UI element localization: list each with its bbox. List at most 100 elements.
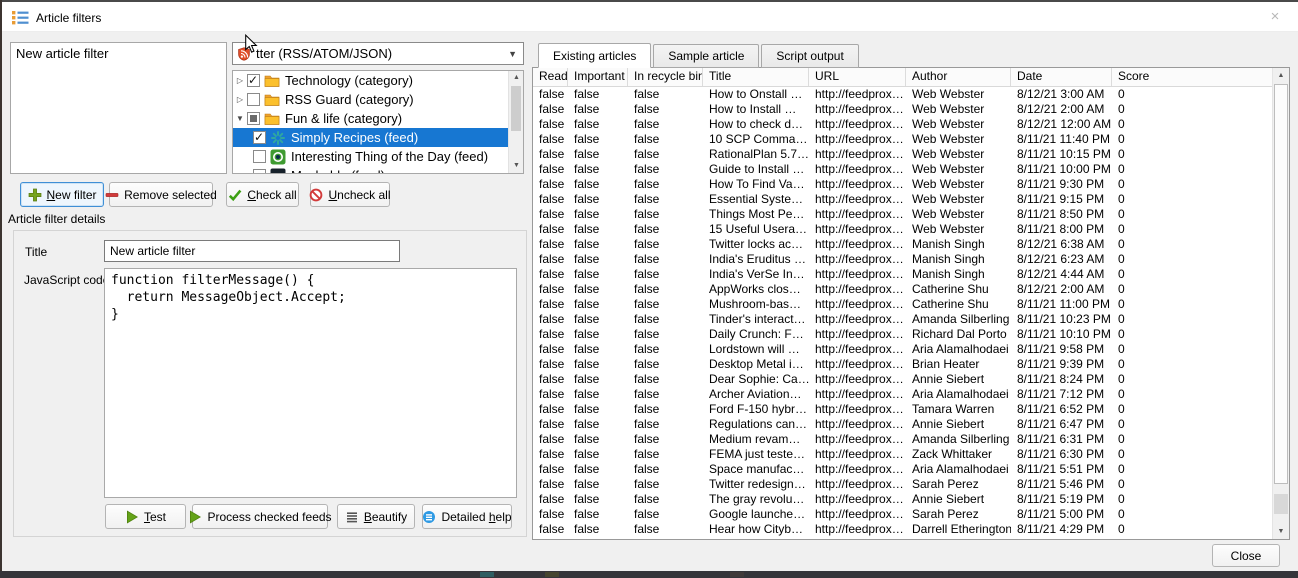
js-code-editor[interactable]: function filterMessage() { return Messag… [104,268,517,498]
cell-date: 8/11/21 6:30 PM [1011,447,1112,462]
existing-articles-table[interactable]: ReadImportantIn recycle binTitleURLAutho… [532,67,1290,540]
tree-checkbox-checked[interactable] [253,131,266,144]
window-close-icon[interactable]: × [1264,6,1286,28]
article-row[interactable]: falsefalsefalseAppWorks clos…http://feed… [533,282,1272,297]
article-row[interactable]: falsefalsefalseIndia's VerSe In…http://f… [533,267,1272,282]
cell-url: http://feedprox… [809,312,906,327]
tree-row-rss-guard-category[interactable]: ▷ RSS Guard (category) [233,90,508,109]
cell-important: false [568,477,628,492]
filter-list-item[interactable]: New article filter [11,43,226,63]
table-scroll-thumb[interactable] [1274,84,1288,484]
check-all-button[interactable]: Check all [226,182,299,207]
article-row[interactable]: falsefalsefalseGuide to Install …http://… [533,162,1272,177]
article-row[interactable]: falsefalsefalseMedium revam…http://feedp… [533,432,1272,447]
article-row[interactable]: falsefalsefalseFEMA just teste…http://fe… [533,447,1272,462]
article-row[interactable]: falsefalsefalseThings Most Pe…http://fee… [533,207,1272,222]
feed-tree[interactable]: ▷Technology (category)▷RSS Guard (catego… [232,70,524,174]
test-button[interactable]: Test [105,504,186,529]
article-row[interactable]: falsefalsefalseTinder's interact…http://… [533,312,1272,327]
cell-recycle: false [628,372,703,387]
tree-row-simply-recipes-feed[interactable]: Simply Recipes (feed) [233,128,508,147]
tree-item-label: RSS Guard (category) [285,92,414,107]
article-row[interactable]: falsefalsefalseHow to Onstall …http://fe… [533,87,1272,102]
cell-date: 8/11/21 9:58 PM [1011,342,1112,357]
tree-row-fun-life-category[interactable]: ▼Fun & life (category) [233,109,508,128]
article-row[interactable]: falsefalsefalseArcher Aviation…http://fe… [533,387,1272,402]
beautify-button[interactable]: Beautify [337,504,415,529]
expand-arrow-icon[interactable]: ▷ [233,95,247,104]
article-row[interactable]: falsefalsefalseDesktop Metal i…http://fe… [533,357,1272,372]
account-dropdown[interactable]: tter (RSS/ATOM/JSON) ▼ [232,42,524,65]
new-filter-button[interactable]: New filter [20,182,104,207]
scroll-up-icon[interactable]: ▲ [509,71,524,85]
cell-title: India's Eruditus … [703,252,809,267]
cell-recycle: false [628,357,703,372]
column-header-score[interactable]: Score [1112,68,1289,86]
article-row[interactable]: falsefalsefalseRationalPlan 5.7…http://f… [533,147,1272,162]
uncheck-all-button[interactable]: Uncheck all [310,182,390,207]
scroll-up-icon[interactable]: ▲ [1273,68,1289,83]
table-scrollbar[interactable]: ▲ ▼ [1272,68,1289,539]
tree-row-technology-category[interactable]: ▷Technology (category) [233,71,508,90]
column-header-important[interactable]: Important [568,68,628,86]
scroll-down-icon[interactable]: ▼ [509,159,524,173]
detailed-help-button[interactable]: Detailed help [422,504,512,529]
article-row[interactable]: falsefalsefalseHow to Install …http://fe… [533,102,1272,117]
collapse-arrow-icon[interactable]: ▼ [233,114,247,123]
cell-recycle: false [628,222,703,237]
tree-row-interesting-thing-of-the-day-feed[interactable]: Interesting Thing of the Day (feed) [233,147,508,166]
scroll-down-icon[interactable]: ▼ [1273,524,1289,539]
article-row[interactable]: falsefalsefalseSpace manufac…http://feed… [533,462,1272,477]
cell-read: false [533,237,568,252]
article-row[interactable]: falsefalsefalseHear how Cityb…http://fee… [533,522,1272,537]
article-row[interactable]: falsefalsefalseThe gray revolu…http://fe… [533,492,1272,507]
cell-date: 8/11/21 10:00 PM [1011,162,1112,177]
article-row[interactable]: falsefalsefalseEssential Syste…http://fe… [533,192,1272,207]
column-header-author[interactable]: Author [906,68,1011,86]
column-header-in-recycle-bin[interactable]: In recycle bin [628,68,703,86]
article-row[interactable]: falsefalsefalseMushroom-bas…http://feedp… [533,297,1272,312]
tree-checkbox-unchecked[interactable] [247,93,260,106]
column-header-title[interactable]: Title [703,68,809,86]
article-row[interactable]: falsefalsefalseIndia's Eruditus …http://… [533,252,1272,267]
close-button[interactable]: Close [1212,544,1280,567]
article-row[interactable]: falsefalsefalseHow To Find Va…http://fee… [533,177,1272,192]
article-row[interactable]: falsefalsefalseFord F-150 hybr…http://fe… [533,402,1272,417]
cell-author: Aria Alamalhodaei [906,387,1011,402]
cell-date: 8/12/21 6:23 AM [1011,252,1112,267]
remove-selected-button[interactable]: Remove selected [109,182,213,207]
tab-sample-article[interactable]: Sample article [653,44,759,68]
tab-existing-articles[interactable]: Existing articles [538,43,651,68]
article-row[interactable]: falsefalsefalse10 SCP Comma…http://feedp… [533,132,1272,147]
column-header-date[interactable]: Date [1011,68,1112,86]
tree-checkbox-unchecked[interactable] [253,169,266,174]
tree-checkbox-partial[interactable] [247,112,260,125]
cell-title: Twitter redesign… [703,477,809,492]
mashable-icon: M [270,168,286,175]
column-header-url[interactable]: URL [809,68,906,86]
article-row[interactable]: falsefalsefalseGoogle launche…http://fee… [533,507,1272,522]
article-row[interactable]: falsefalsefalseRegulations can…http://fe… [533,417,1272,432]
tree-checkbox-unchecked[interactable] [253,150,266,163]
tree-row-mashable-feed[interactable]: MMashable (feed) [233,166,508,174]
cell-date: 8/11/21 9:15 PM [1011,192,1112,207]
column-header-read[interactable]: Read [533,68,568,86]
article-row[interactable]: falsefalsefalse15 Useful Usera…http://fe… [533,222,1272,237]
tree-scrollbar[interactable]: ▲ ▼ [508,71,523,173]
article-row[interactable]: falsefalsefalseDaily Crunch: F…http://fe… [533,327,1272,342]
cell-date: 8/11/21 6:52 PM [1011,402,1112,417]
tab-script-output[interactable]: Script output [761,44,858,68]
article-row[interactable]: falsefalsefalseDear Sophie: Ca…http://fe… [533,372,1272,387]
article-row[interactable]: falsefalsefalseTwitter redesign…http://f… [533,477,1272,492]
cell-author: Web Webster [906,162,1011,177]
cell-score: 0 [1112,522,1272,537]
article-filter-list[interactable]: New article filter [10,42,227,174]
tree-checkbox-checked[interactable] [247,74,260,87]
tree-scroll-thumb[interactable] [511,86,521,131]
article-row[interactable]: falsefalsefalseLordstown will …http://fe… [533,342,1272,357]
article-row[interactable]: falsefalsefalseHow to check d…http://fee… [533,117,1272,132]
process-checked-feeds-button[interactable]: Process checked feeds [192,504,328,529]
article-row[interactable]: falsefalsefalseTwitter locks ac…http://f… [533,237,1272,252]
filter-title-input[interactable] [104,240,400,262]
expand-arrow-icon[interactable]: ▷ [233,76,247,85]
